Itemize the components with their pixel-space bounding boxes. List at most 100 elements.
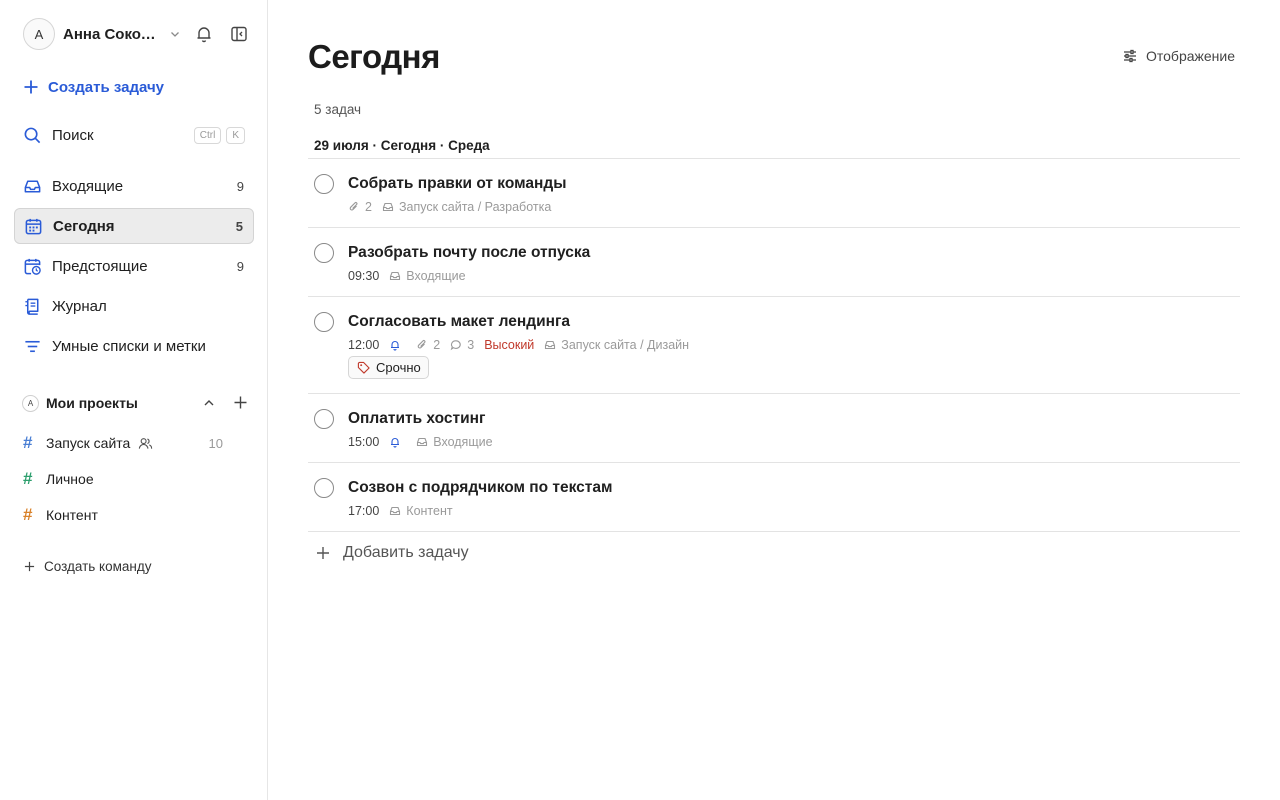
view-options-button[interactable]: Отображение — [1122, 46, 1235, 66]
plus-icon — [24, 80, 38, 94]
task-meta: 17:00 Контент — [348, 503, 463, 519]
task-item[interactable]: Созвон с подрядчиком по текстам 17:00 Ко… — [308, 463, 1240, 532]
plus-icon — [317, 547, 329, 559]
add-project-icon[interactable] — [233, 395, 248, 410]
calendar-upcoming-icon — [23, 257, 42, 276]
bell-icon — [391, 438, 400, 448]
task-item[interactable]: Собрать правки от команды 2 Запуск сайта… — [308, 159, 1240, 228]
task-project: Контент — [406, 504, 453, 518]
attachment-count: 2 — [365, 200, 372, 214]
project-count: 10 — [208, 435, 223, 451]
task-title[interactable]: Оплатить хостинг — [348, 410, 486, 428]
create-team-button[interactable]: Создать команду — [24, 556, 152, 576]
task-meta: 15:00 Входящие — [348, 434, 503, 450]
user-menu[interactable]: А Анна Соколова — [23, 18, 253, 50]
sliders-icon — [1124, 49, 1136, 63]
item-count: 5 — [235, 218, 243, 234]
item-count: 9 — [236, 178, 244, 194]
team-icon — [139, 437, 153, 449]
add-task-button[interactable]: Добавить задачу — [316, 543, 469, 563]
search-label: Поиск — [52, 126, 94, 144]
task-title[interactable]: Созвон с подрядчиком по текстам — [348, 479, 612, 497]
project-label: Запуск сайта — [46, 435, 131, 451]
chevron-up-icon[interactable] — [202, 396, 216, 410]
filter-icon — [23, 337, 42, 356]
task-meta: 09:30 Входящие — [348, 268, 476, 284]
task-meta: 12:00 2 3 Высокий Запуск сайта / Дизайн — [348, 337, 699, 353]
bell-icon[interactable] — [194, 24, 214, 44]
page-title: Сегодня — [308, 38, 440, 75]
create-team-label: Создать команду — [44, 558, 152, 574]
attachment-count: 2 — [433, 338, 441, 352]
task-time: 09:30 — [348, 269, 380, 283]
task-project: Входящие — [433, 435, 493, 449]
user-name: Анна Соколова — [63, 25, 163, 43]
sidebar-item-label: Умные списки и метки — [52, 337, 206, 355]
add-task-label: Добавить задачу — [343, 544, 469, 561]
sidebar-item-inbox[interactable]: Входящие 9 — [14, 168, 254, 204]
sidebar-item-journal[interactable]: Журнал — [14, 288, 254, 324]
task-checkbox[interactable] — [314, 174, 334, 194]
sidebar-item-label: Предстоящие — [52, 257, 148, 275]
main-content: Сегодня Отображение 5 задач 29 июля · Се… — [268, 0, 1280, 800]
task-time: 17:00 — [348, 504, 380, 518]
inbox-icon — [390, 271, 401, 281]
date-section-header: 29 июля · Сегодня · Среда — [314, 138, 490, 153]
project-label: Личное — [46, 471, 94, 487]
create-task-button[interactable]: Создать задачу — [23, 76, 164, 98]
project-item-launch[interactable]: # Запуск сайта 10 — [23, 432, 223, 454]
sidebar-item-smart-lists[interactable]: Умные списки и метки — [14, 328, 254, 364]
priority-label: Высокий — [484, 338, 535, 352]
comment-count: 3 — [467, 338, 475, 352]
comment-icon — [450, 340, 461, 351]
projects-title: Мои проекты — [46, 395, 138, 411]
sidebar-item-today[interactable]: Сегодня 5 — [14, 208, 254, 244]
item-count: 9 — [236, 258, 244, 274]
task-title[interactable]: Собрать правки от команды — [348, 175, 566, 193]
tag-icon — [357, 361, 370, 374]
task-tag[interactable]: Срочно — [348, 356, 429, 379]
task-project: Входящие — [406, 269, 466, 283]
task-checkbox[interactable] — [314, 409, 334, 429]
inbox-icon — [23, 177, 42, 196]
bell-icon — [391, 341, 400, 351]
inbox-icon — [545, 340, 556, 350]
sidebar: А Анна Соколова Создать задачу Поиск Ctr… — [0, 0, 268, 800]
sidebar-toggle-icon[interactable] — [229, 24, 249, 44]
workspace-avatar: А — [22, 394, 39, 412]
task-checkbox[interactable] — [314, 478, 334, 498]
project-item-content[interactable]: # Контент — [23, 504, 223, 526]
task-project: Запуск сайта / Дизайн — [561, 338, 690, 352]
task-time: 15:00 — [348, 435, 380, 449]
task-title[interactable]: Согласовать макет лендинга — [348, 313, 570, 331]
paperclip-icon — [417, 340, 426, 349]
project-item-personal[interactable]: # Личное — [23, 468, 223, 490]
task-checkbox[interactable] — [314, 243, 334, 263]
search-button[interactable]: Поиск Ctrl K — [23, 124, 245, 146]
view-options-label: Отображение — [1146, 48, 1236, 64]
sidebar-item-upcoming[interactable]: Предстоящие 9 — [14, 248, 254, 284]
chevron-down-icon — [169, 28, 181, 40]
task-item[interactable]: Согласовать макет лендинга 12:00 2 3 Выс… — [308, 297, 1240, 394]
projects-section-header[interactable]: А Мои проекты — [22, 392, 248, 414]
search-icon — [24, 127, 41, 143]
hash-icon: # — [23, 469, 33, 488]
task-project: Запуск сайта / Разработка — [398, 200, 552, 214]
sidebar-item-label: Журнал — [52, 297, 107, 315]
task-meta: 2 Запуск сайта / Разработка — [348, 199, 561, 215]
shortcut-ctrl: Ctrl — [193, 126, 222, 144]
calendar-today-icon — [24, 217, 43, 236]
shortcut-k: K — [226, 126, 245, 144]
inbox-icon — [417, 437, 428, 447]
project-label: Контент — [46, 507, 98, 523]
task-checkbox[interactable] — [314, 312, 334, 332]
task-count: 5 задач — [314, 102, 362, 117]
hash-icon: # — [23, 505, 33, 524]
task-time: 12:00 — [348, 338, 380, 352]
journal-icon — [23, 297, 42, 316]
task-title[interactable]: Разобрать почту после отпуска — [348, 244, 590, 262]
task-item[interactable]: Разобрать почту после отпуска 09:30 Вход… — [308, 228, 1240, 297]
create-task-label: Создать задачу — [48, 78, 164, 96]
task-item[interactable]: Оплатить хостинг 15:00 Входящие — [308, 394, 1240, 463]
sidebar-item-label: Сегодня — [53, 217, 115, 235]
